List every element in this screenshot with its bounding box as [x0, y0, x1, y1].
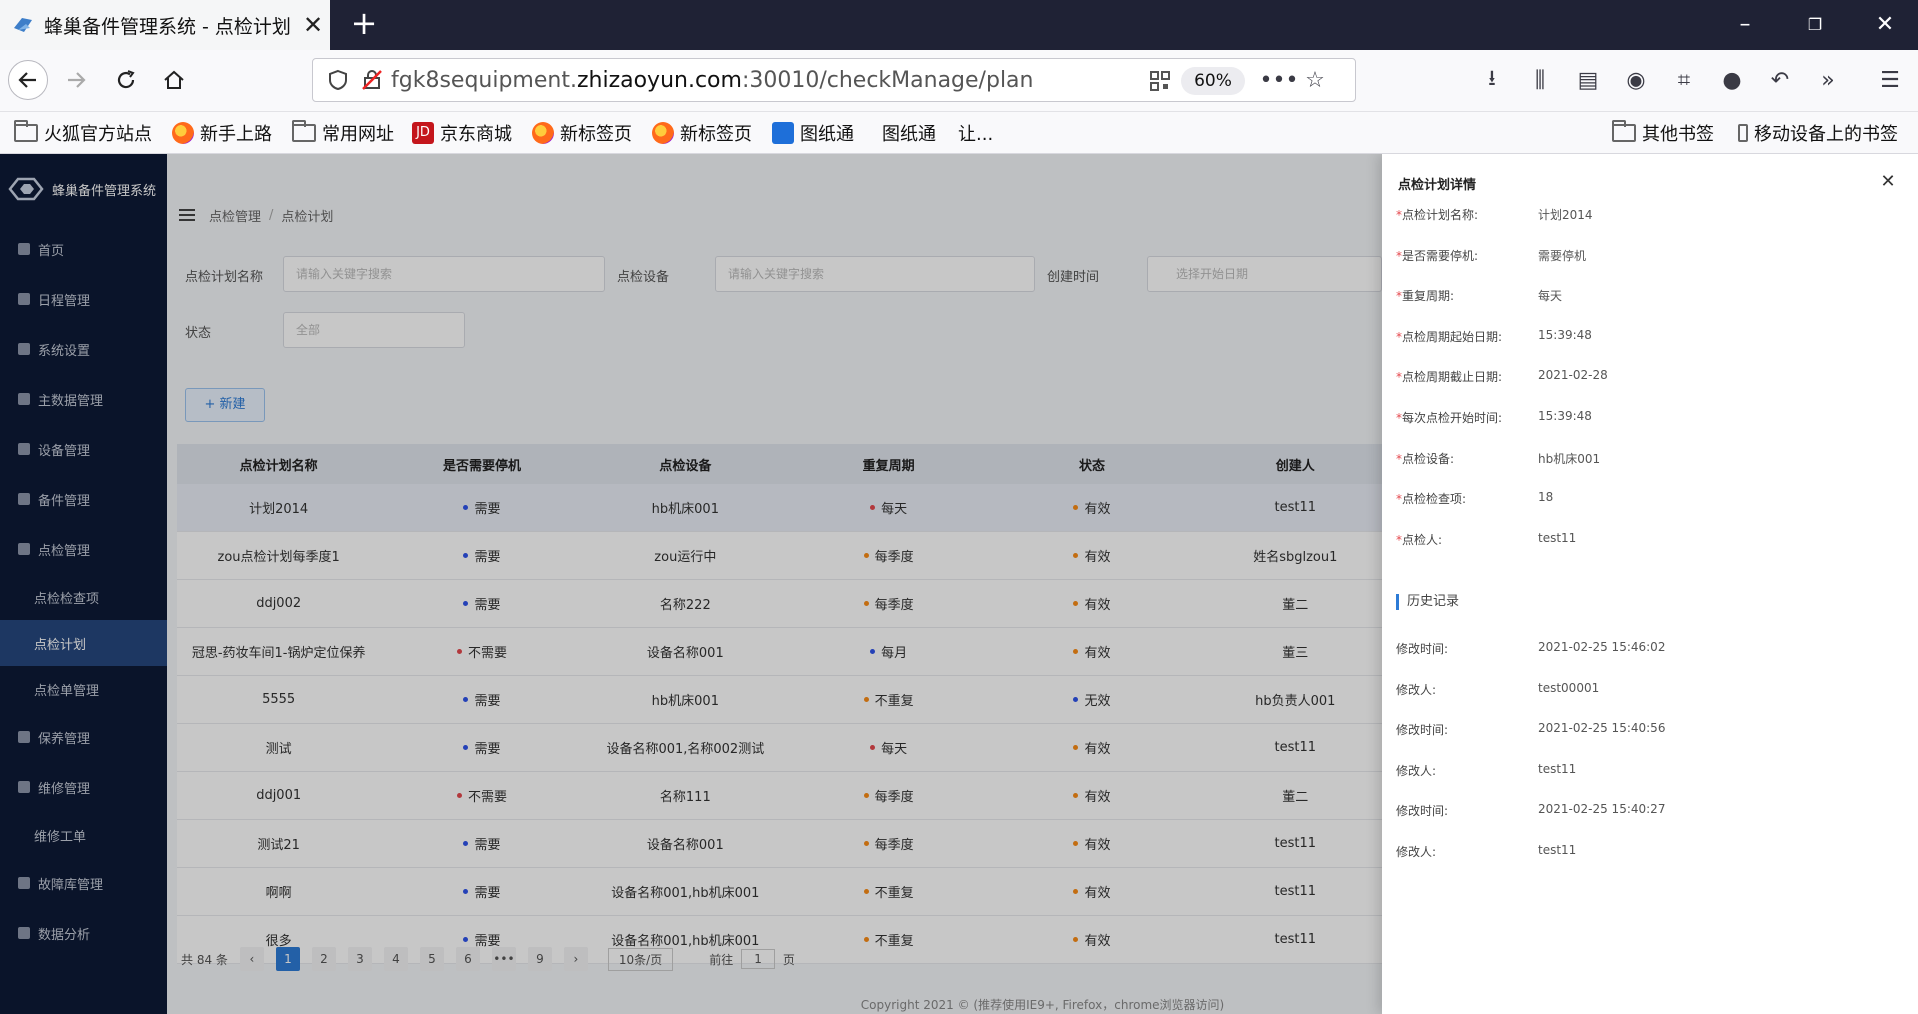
detail-row: *重复周期: 每天 [1396, 287, 1562, 307]
detail-value: hb机床001 [1538, 451, 1601, 466]
download-icon[interactable]: ⭳ [1474, 62, 1510, 98]
bookmark-item[interactable]: 图纸通 [882, 118, 936, 148]
bookmark-folder-other[interactable]: 其他书签 [1612, 118, 1714, 148]
folder-icon [1612, 120, 1636, 142]
detail-value: 15:39:48 [1538, 409, 1592, 423]
bookmark-item[interactable]: 新标签页 [652, 118, 752, 148]
detail-row: *点检人: test11 [1396, 531, 1576, 551]
bookmark-item[interactable]: 新标签页 [532, 118, 632, 148]
close-icon[interactable]: ✕ [1876, 170, 1900, 194]
tab-title: 蜂巢备件管理系统 - 点检计划 [44, 15, 291, 38]
detail-row: *点检计划名称: 计划2014 [1396, 206, 1593, 226]
bookmark-item[interactable]: 火狐官方站点 [14, 118, 152, 148]
bookmark-item[interactable]: JD 京东商城 [412, 118, 512, 148]
new-tab-button[interactable]: + [346, 6, 382, 42]
url-text[interactable]: fgk8sequipment.zhizaoyun.com:30010/check… [391, 68, 1033, 93]
folder-icon [292, 120, 316, 142]
minimize-icon[interactable]: – [1722, 8, 1768, 42]
browser-tab[interactable]: 蜂巢备件管理系统 - 点检计划 ✕ [0, 0, 330, 50]
detail-value: 每天 [1538, 289, 1563, 304]
history-row: 修改时间: 2021-02-25 15:46:02 [1396, 640, 1665, 660]
bookmark-item[interactable]: 让... [958, 118, 993, 148]
close-tab-icon[interactable]: ✕ [296, 11, 330, 39]
chat-icon[interactable]: ● [1714, 62, 1750, 98]
bookmark-star-icon[interactable]: ☆ [1297, 62, 1333, 98]
screenshot-crop-icon[interactable]: ⌗ [1666, 62, 1702, 98]
reload-button[interactable] [106, 60, 146, 100]
detail-row: *每次点检开始时间: 15:39:48 [1396, 409, 1592, 429]
shield-icon[interactable] [327, 69, 349, 91]
firefox-icon [652, 122, 674, 144]
history-title: 历史记录 [1396, 594, 1459, 610]
restore-icon[interactable]: ❐ [1792, 8, 1838, 42]
home-icon [164, 70, 184, 89]
sidebar-icon[interactable]: ▤ [1570, 62, 1606, 98]
firefox-icon [532, 122, 554, 144]
plan-detail-drawer: 点检计划详情 ✕ *点检计划名称: 计划2014 *是否需要停机: 需要停机 *重复周期… [1382, 154, 1918, 1014]
tab-bar: 蜂巢备件管理系统 - 点检计划 ✕ + – ❐ ✕ [0, 0, 1918, 50]
detail-value: test11 [1538, 530, 1577, 545]
nav-bar: fgk8sequipment.zhizaoyun.com:30010/check… [0, 50, 1918, 112]
back-button[interactable] [8, 60, 48, 100]
more-actions-icon[interactable]: ••• [1260, 62, 1299, 98]
bookmark-item[interactable]: 常用网址 [292, 118, 394, 148]
history-value: 2021-02-25 15:46:02 [1538, 640, 1666, 654]
insecure-lock-icon[interactable] [361, 69, 383, 91]
bookmarks-bar: 火狐官方站点 新手上路 常用网址 JD 京东商城 新标签页 新标签页 图纸通 图纸… [0, 112, 1918, 154]
drawer-title: 点检计划详情 [1398, 178, 1477, 193]
window-close-icon[interactable]: ✕ [1862, 8, 1908, 42]
overflow-chevron-icon[interactable]: » [1810, 62, 1846, 98]
bookmark-item[interactable]: 新手上路 [172, 118, 272, 148]
detail-row: *点检周期起始日期: 15:39:48 [1396, 328, 1592, 348]
back-arrow-icon [18, 72, 36, 88]
bookmark-item[interactable]: 图纸通 [772, 118, 854, 148]
history-value: 2021-02-25 15:40:27 [1538, 802, 1666, 817]
url-bar[interactable]: fgk8sequipment.zhizaoyun.com:30010/check… [312, 58, 1356, 102]
history-value: test00001 [1538, 680, 1600, 695]
mobile-icon [1738, 124, 1748, 142]
folder-icon [14, 120, 38, 142]
forward-button[interactable] [56, 60, 96, 100]
forward-arrow-icon [68, 72, 86, 88]
detail-value: 需要停机 [1538, 248, 1587, 263]
detail-row: *是否需要停机: 需要停机 [1396, 247, 1586, 267]
app-viewport: 蜂巢备件管理系统 首页 日程管理 系统设置 主数据管理 设备管理 备件管理 点检… [0, 154, 1918, 1014]
history-row: 修改人: test00001 [1396, 681, 1599, 701]
history-row: 修改人: test11 [1396, 762, 1576, 782]
history-row: 修改人: test11 [1396, 843, 1576, 863]
bookmark-folder-mobile[interactable]: 移动设备上的书签 [1738, 118, 1898, 148]
detail-value: 2021-02-28 [1538, 368, 1608, 383]
library-icon[interactable]: ⫼ [1522, 62, 1558, 98]
app-favicon-icon [14, 18, 32, 32]
detail-row: *点检检查项: 18 [1396, 490, 1553, 510]
history-row: 修改时间: 2021-02-25 15:40:27 [1396, 802, 1665, 822]
firefox-icon [172, 122, 194, 144]
zoom-level[interactable]: 60% [1181, 67, 1245, 95]
detail-value: 18 [1538, 490, 1554, 505]
tuzhitong-icon [772, 122, 794, 144]
jd-icon: JD [412, 122, 434, 144]
reload-icon [117, 70, 135, 89]
history-value: 2021-02-25 15:40:56 [1538, 721, 1666, 736]
detail-row: *点检周期截止日期: 2021-02-28 [1396, 368, 1608, 388]
qr-code-icon[interactable] [1149, 70, 1171, 92]
detail-row: *点检设备: hb机床001 [1396, 450, 1600, 470]
home-button[interactable] [154, 60, 194, 100]
history-row: 修改时间: 2021-02-25 15:40:56 [1396, 721, 1665, 741]
history-value: test11 [1538, 761, 1577, 776]
account-icon[interactable]: ◉ [1618, 62, 1654, 98]
menu-icon[interactable]: ☰ [1872, 62, 1908, 98]
detail-value: 15:39:48 [1538, 327, 1592, 342]
history-value: test11 [1538, 843, 1577, 857]
undo-icon[interactable]: ↶ [1762, 62, 1798, 98]
detail-value: 计划2014 [1538, 208, 1593, 222]
